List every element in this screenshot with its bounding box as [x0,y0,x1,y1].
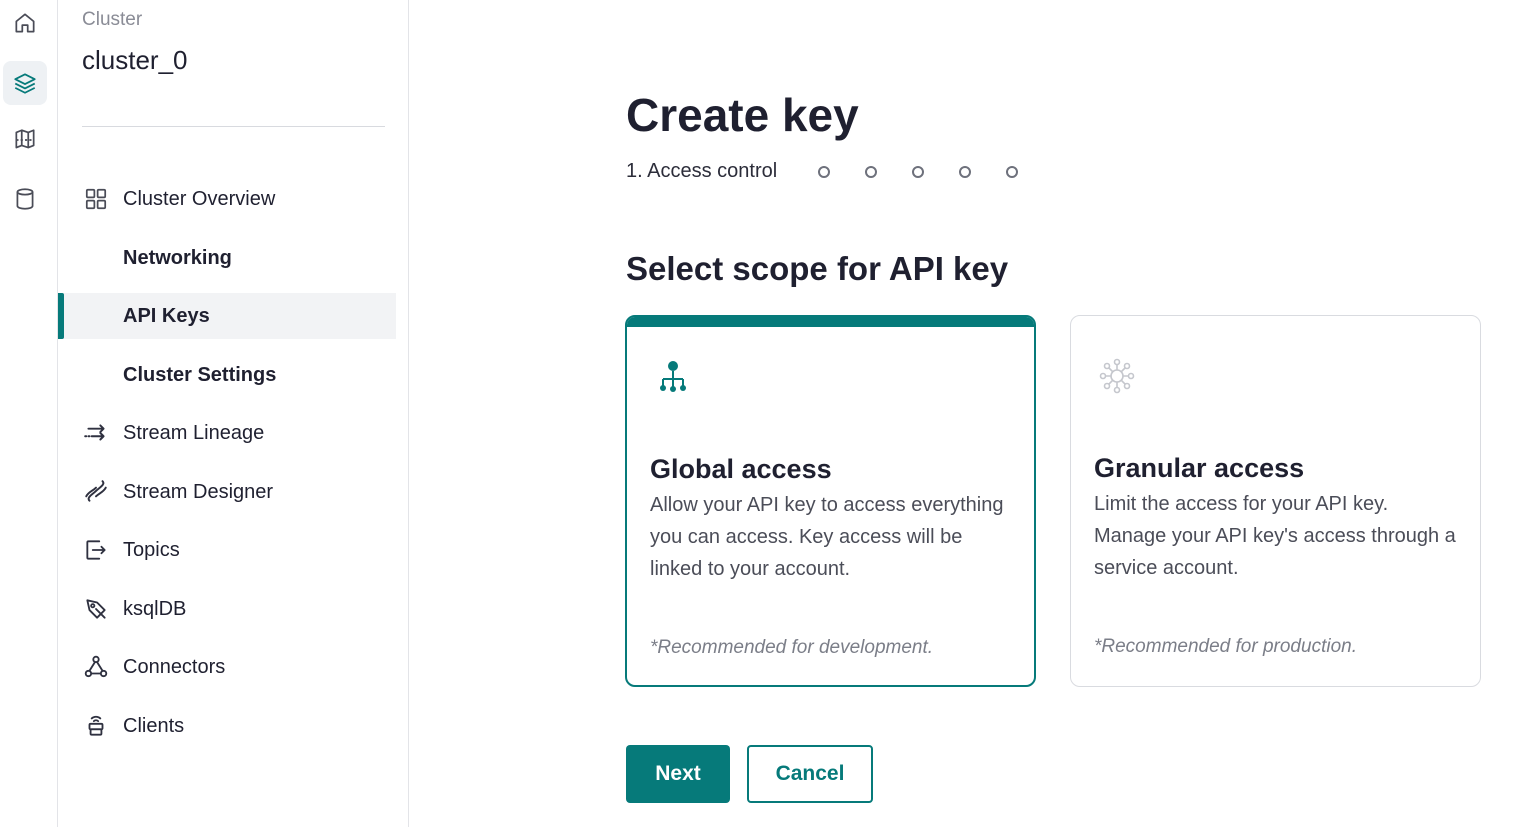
sidebar-item-label: Stream Designer [123,480,274,503]
sidebar-item-topics[interactable]: Topics [58,527,396,573]
sidebar-item-label: Cluster Settings [123,363,277,386]
card-note: *Recommended for development. [650,637,934,658]
sidebar-item-cluster-overview[interactable]: Cluster Overview [58,176,396,222]
sidebar-item-label: Topics [123,538,180,561]
granular-access-card[interactable]: Granular access Limit the access for you… [1070,315,1481,687]
topics-icon [82,536,110,564]
app-root: Cluster cluster_0 Cluster Overview Netwo… [0,0,1520,827]
step-indicator-dot [865,166,877,178]
sidebar-item-stream-lineage[interactable]: Stream Lineage [58,410,396,456]
sidebar-item-cluster-settings[interactable]: Cluster Settings [58,352,396,398]
step-indicator-dot [959,166,971,178]
sidebar: Cluster cluster_0 Cluster Overview Netwo… [58,0,409,827]
step-indicator-dot [818,166,830,178]
rail-database-button[interactable] [3,177,47,221]
sidebar-item-label: API Keys [123,304,210,327]
clients-icon [82,712,110,740]
sidebar-item-label: ksqlDB [123,597,187,620]
step-label: 1. Access control [626,160,778,182]
sidebar-item-networking[interactable]: Networking [58,235,396,281]
selected-indicator-bar [627,317,1034,327]
sidebar-divider [82,126,385,127]
icon-rail [0,0,58,827]
card-note: *Recommended for production. [1094,636,1357,657]
page-title: Create key [626,89,859,141]
sidebar-item-connectors[interactable]: Connectors [58,644,396,690]
rail-home-button[interactable] [3,1,47,45]
sidebar-item-label: Stream Lineage [123,421,265,444]
card-description: Limit the access for your API key. Manag… [1094,493,1456,579]
cancel-button[interactable]: Cancel [747,745,873,803]
layers-icon [14,73,36,94]
connectors-icon [82,653,110,681]
database-icon [16,188,34,210]
next-button[interactable]: Next [626,745,730,803]
cluster-name: cluster_0 [82,45,188,75]
rail-map-button[interactable] [3,118,47,162]
stream-lineage-icon [82,419,110,447]
sidebar-item-ksqldb[interactable]: ksqlDB [58,586,396,632]
step-indicator-dot [1006,166,1018,178]
step-indicator-dot [912,166,924,178]
card-description: Allow your API key to access everything … [650,494,1004,580]
sidebar-item-clients[interactable]: Clients [58,703,396,749]
home-icon [15,13,35,33]
sidebar-item-stream-designer[interactable]: Stream Designer [58,469,396,515]
cluster-label: Cluster [82,9,143,30]
section-title: Select scope for API key [626,250,1009,287]
card-title: Granular access [1094,453,1305,483]
sidebar-item-label: Connectors [123,655,226,678]
stream-designer-icon [82,478,110,506]
sidebar-item-label: Networking [123,246,232,269]
ksqldb-icon [82,595,110,623]
global-access-card[interactable]: Global access Allow your API key to acce… [625,315,1036,687]
map-icon [15,129,35,149]
rail-layers-button[interactable] [3,61,47,105]
card-title: Global access [650,454,832,484]
network-icon [1099,358,1135,394]
sidebar-item-label: Clients [123,714,185,737]
grid-icon [82,185,110,213]
hierarchy-icon [660,361,686,392]
sidebar-item-label: Cluster Overview [123,187,276,210]
sidebar-item-api-keys[interactable]: API Keys [58,293,396,339]
